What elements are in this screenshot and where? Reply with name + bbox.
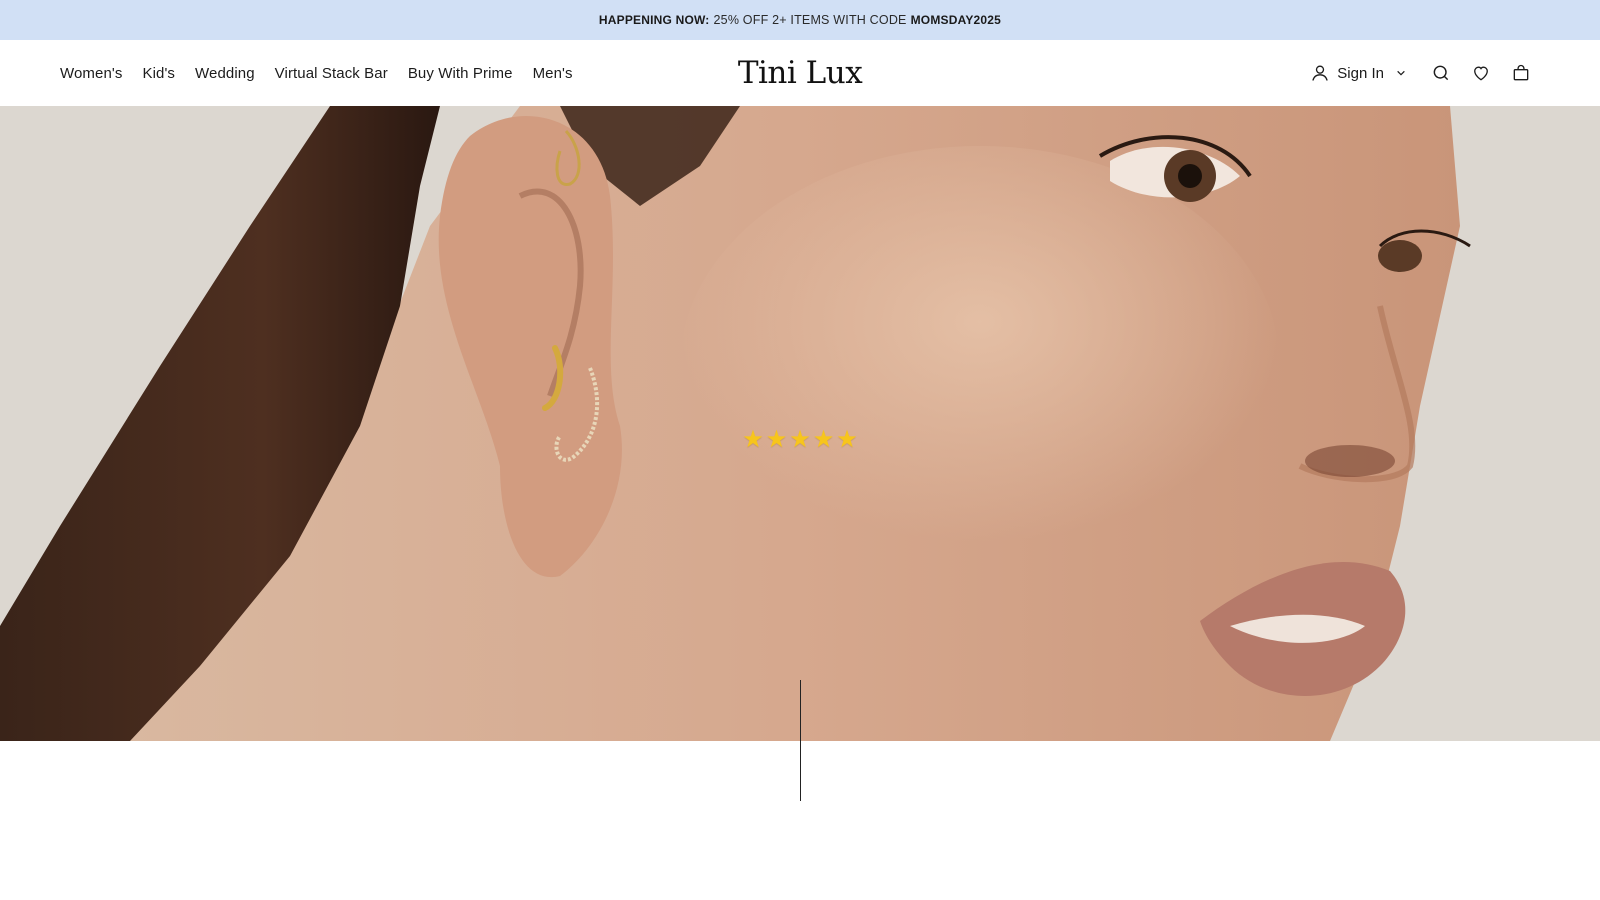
announcement-text: 25% OFF 2+ ITEMS WITH CODE — [713, 13, 907, 27]
scroll-indicator-line — [800, 680, 801, 801]
heart-icon[interactable] — [1470, 62, 1492, 84]
star-icon: ★ — [836, 426, 858, 453]
star-icon: ★ — [742, 426, 764, 453]
star-icon: ★ — [812, 426, 835, 453]
bag-icon[interactable] — [1510, 62, 1532, 84]
search-icon[interactable] — [1430, 62, 1452, 84]
sign-in-label: Sign In — [1337, 64, 1384, 82]
nav-item-virtual-stack-bar[interactable]: Virtual Stack Bar — [275, 65, 388, 82]
nav-item-kids[interactable]: Kid's — [142, 65, 175, 82]
star-icon: ★ — [765, 426, 788, 453]
logo[interactable]: Tini Lux — [738, 55, 863, 91]
hero-banner[interactable]: ★ ★ ★ ★ ★ — [0, 106, 1600, 741]
nav-item-wedding[interactable]: Wedding — [195, 65, 255, 82]
announcement-bar: HAPPENING NOW: 25% OFF 2+ ITEMS WITH COD… — [0, 0, 1600, 40]
promo-code: MOMSDAY2025 — [910, 13, 1002, 27]
user-icon — [1309, 62, 1331, 84]
nav-item-womens[interactable]: Women's — [60, 65, 122, 82]
main-nav: Women's Kid's Wedding Virtual Stack Bar … — [60, 40, 573, 106]
sign-in-button[interactable]: Sign In — [1309, 62, 1412, 84]
announcement-lead: HAPPENING NOW: — [598, 13, 710, 27]
nav-item-buy-with-prime[interactable]: Buy With Prime — [408, 65, 513, 82]
chevron-down-icon — [1390, 62, 1412, 84]
hero-image — [0, 106, 1600, 741]
site-header: Women's Kid's Wedding Virtual Stack Bar … — [0, 40, 1600, 106]
nav-item-mens[interactable]: Men's — [533, 65, 573, 82]
header-utilities: Sign In — [1309, 40, 1532, 106]
star-icon: ★ — [789, 426, 811, 453]
star-rating: ★ ★ ★ ★ ★ — [0, 428, 1600, 452]
